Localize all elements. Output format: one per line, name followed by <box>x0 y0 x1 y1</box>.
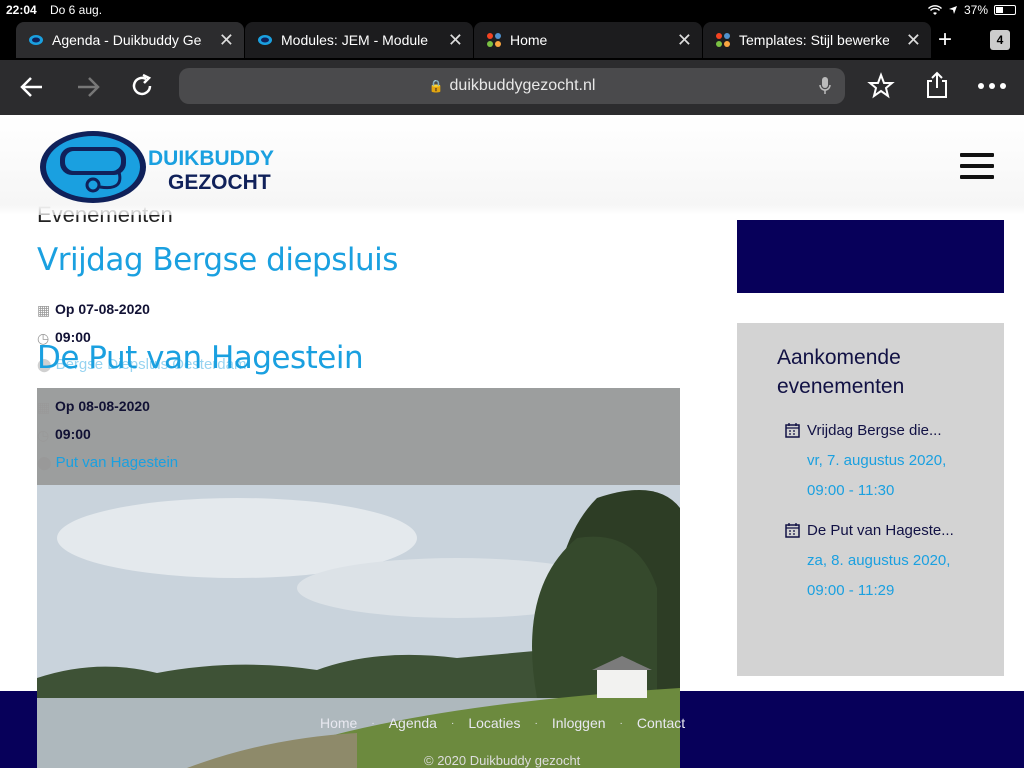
upcoming-events-module: Aankomende evenementen Vrijdag Bergse di… <box>737 323 1004 676</box>
sidebar-event-date[interactable]: za, 8. augustus 2020, <box>807 552 950 569</box>
close-tab-icon[interactable]: ✕ <box>448 30 463 51</box>
sidebar-banner <box>737 220 1004 293</box>
sidebar-event-title[interactable]: De Put van Hageste... <box>807 522 954 539</box>
sidebar-event-title[interactable]: Vrijdag Bergse die... <box>807 422 942 439</box>
status-bar: 22:04 Do 6 aug. 37% <box>0 0 1024 20</box>
close-tab-icon[interactable]: ✕ <box>677 30 692 51</box>
tab-label: Home <box>510 32 548 48</box>
tab-label: Agenda - Duikbuddy Gezocht <box>52 32 202 48</box>
tab-bar: Agenda - Duikbuddy Gezocht ✕ Modules: JE… <box>0 20 1024 60</box>
sidebar-event-time[interactable]: 09:00 - 11:29 <box>807 582 894 599</box>
event-title-link[interactable]: De Put van Hagestein <box>37 340 364 376</box>
calendar-icon: ▦ <box>37 399 51 415</box>
back-arrow-icon[interactable] <box>18 73 46 101</box>
calendar-icon <box>785 423 800 438</box>
event-date: ▦ Op 08-08-2020 <box>37 398 150 415</box>
logo-wordmark[interactable]: DUIKBUDDY GEZOCHT <box>148 147 274 195</box>
new-tab-plus-icon[interactable]: + <box>938 26 952 54</box>
status-date: Do 6 aug. <box>50 3 103 17</box>
footer-link-home[interactable]: Home <box>320 715 357 731</box>
status-time: 22:04 <box>6 3 37 17</box>
tab-count[interactable]: 4 <box>990 30 1010 50</box>
tab-modules[interactable]: Modules: JEM - Module ✕ <box>245 22 473 58</box>
microphone-icon[interactable] <box>818 76 832 96</box>
map-marker-icon: ⬤ <box>37 454 52 470</box>
reload-icon[interactable] <box>128 72 156 100</box>
footer-link-locaties[interactable]: Locaties <box>468 715 520 731</box>
close-tab-icon[interactable]: ✕ <box>219 30 234 51</box>
calendar-icon: ▦ <box>37 302 51 318</box>
tab-templates[interactable]: Templates: Stijl bewerken ✕ <box>703 22 931 58</box>
joomla-favicon-icon <box>716 33 730 47</box>
forward-arrow-icon[interactable] <box>74 73 102 101</box>
sidebar-event-date[interactable]: vr, 7. augustus 2020, <box>807 452 946 469</box>
wifi-icon <box>927 4 942 15</box>
calendar-icon <box>785 523 800 538</box>
diving-mask-favicon-icon <box>29 35 43 45</box>
logo-line-1: DUIKBUDDY <box>148 147 274 170</box>
status-indicators: 37% <box>927 3 1016 17</box>
footer-link-inloggen[interactable]: Inloggen <box>552 715 606 731</box>
footer-link-contact[interactable]: Contact <box>637 715 685 731</box>
location-icon <box>948 6 957 14</box>
close-tab-icon[interactable]: ✕ <box>906 30 921 51</box>
site-header: DUIKBUDDY GEZOCHT <box>0 115 1024 215</box>
duikbuddy-logo-icon[interactable] <box>38 129 148 205</box>
tab-label: Templates: Stijl bewerken <box>739 32 889 48</box>
copyright: © 2020 Duikbuddy gezocht <box>424 753 581 768</box>
clock-icon: ◷ <box>37 427 50 443</box>
footer-nav: Home · Agenda · Locaties · Inloggen · Contac… <box>320 715 686 731</box>
event-location-link[interactable]: ⬤ Put van Hagestein <box>37 454 178 471</box>
logo-line-2: GEZOCHT <box>168 171 271 194</box>
tab-label: Modules: JEM - Module <box>281 32 429 48</box>
tab-agenda[interactable]: Agenda - Duikbuddy Gezocht ✕ <box>16 22 244 58</box>
upcoming-events-title: Aankomende evenementen <box>777 346 905 398</box>
star-bookmark-icon[interactable] <box>867 72 895 100</box>
event-date: ▦ Op 07-08-2020 <box>37 301 150 318</box>
lock-icon: 🔒 <box>428 79 444 93</box>
url-text: duikbuddygezocht.nl <box>449 77 596 94</box>
share-icon[interactable] <box>923 70 951 100</box>
hamburger-menu-icon[interactable] <box>960 153 994 186</box>
sidebar-event-time[interactable]: 09:00 - 11:30 <box>807 482 894 499</box>
diving-mask-favicon-icon <box>258 35 272 45</box>
footer-link-agenda[interactable]: Agenda <box>389 715 437 731</box>
event-title-link[interactable]: Vrijdag Bergse diepsluis <box>37 242 398 278</box>
battery-icon <box>994 5 1016 15</box>
battery-percent: 37% <box>963 3 988 17</box>
tab-home[interactable]: Home ✕ <box>474 22 702 58</box>
event-time: ◷ 09:00 <box>37 426 91 443</box>
more-dots-icon[interactable] <box>977 82 1007 90</box>
address-bar[interactable]: 🔒 duikbuddygezocht.nl <box>179 68 845 104</box>
joomla-favicon-icon <box>487 33 501 47</box>
